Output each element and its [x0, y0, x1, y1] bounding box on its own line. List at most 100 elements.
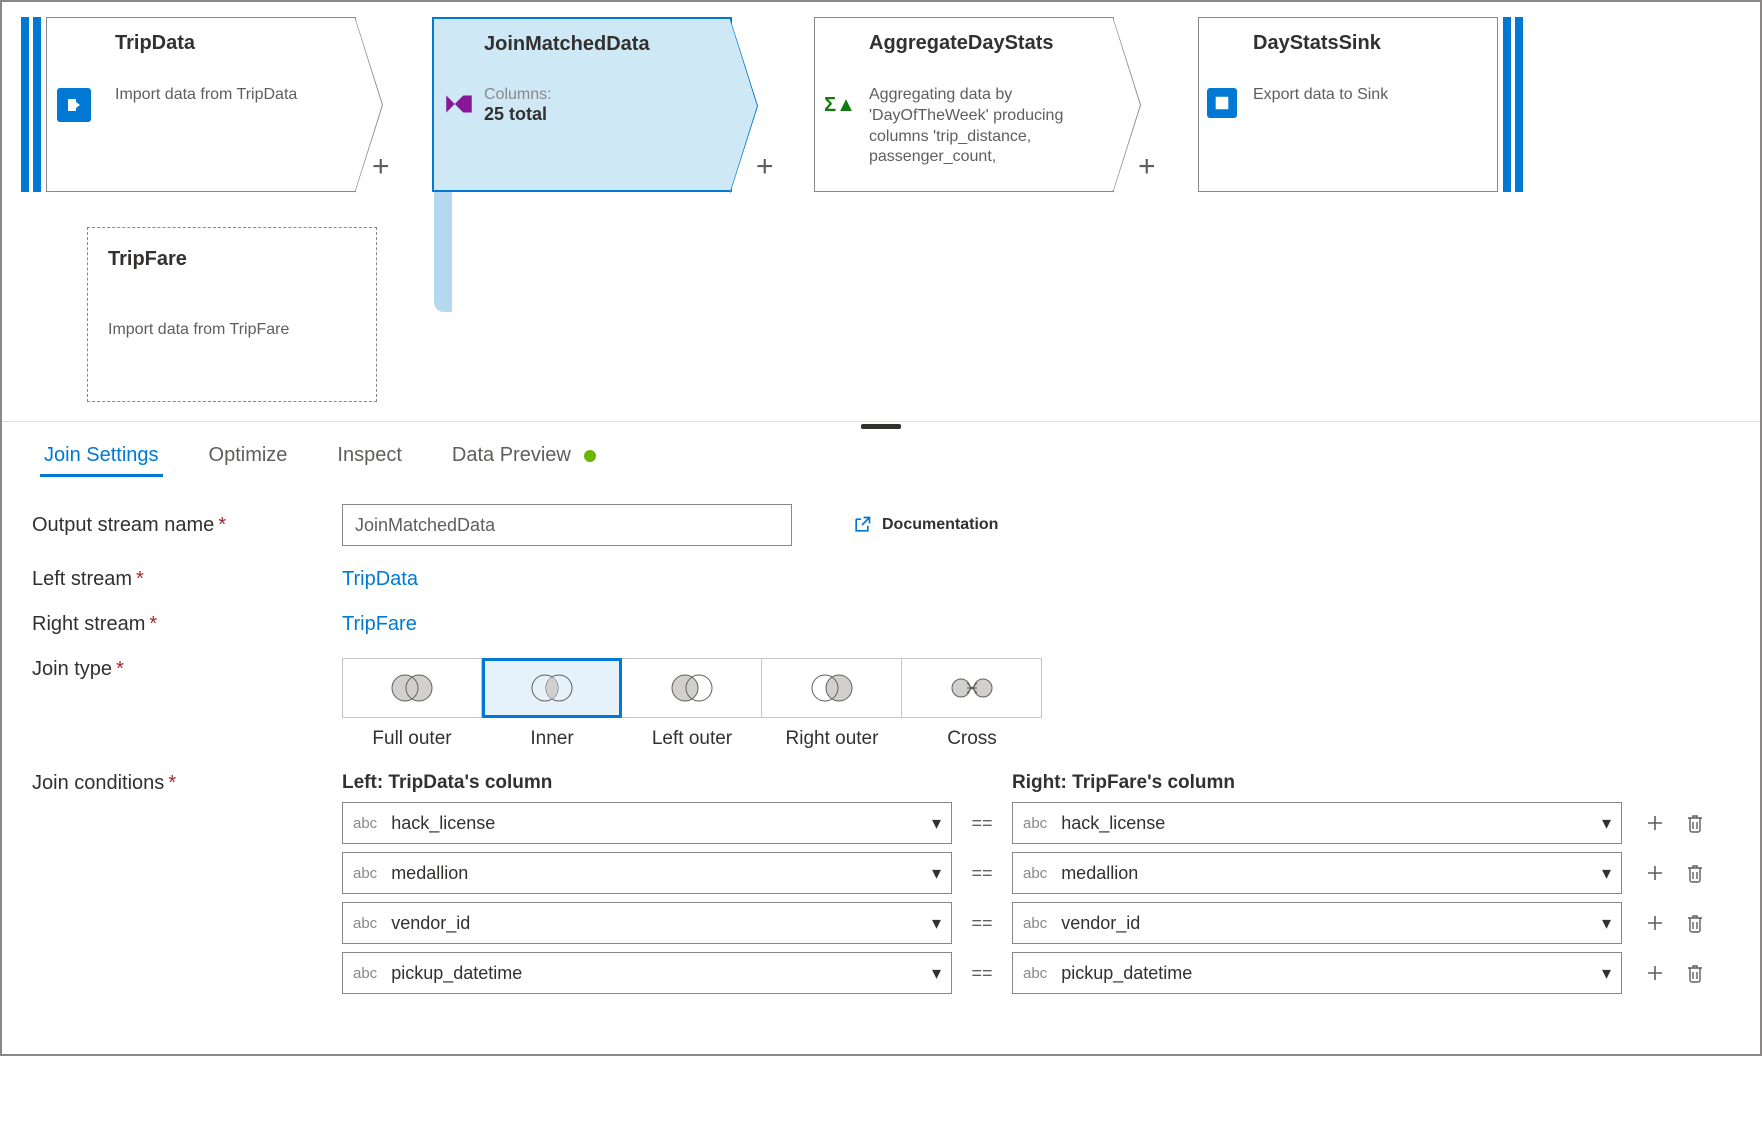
chevron-down-icon: ▾ — [1602, 813, 1611, 834]
operator-label: == — [952, 813, 1012, 834]
source-icon — [57, 88, 91, 122]
condition-row: abcvendor_id▾==abcvendor_id▾ — [342, 902, 1730, 944]
panel-resize-grip[interactable] — [861, 424, 901, 429]
delete-condition-button[interactable] — [1682, 810, 1708, 836]
add-step-button[interactable]: + — [756, 150, 774, 184]
tab-join-settings[interactable]: Join Settings — [42, 440, 161, 477]
left-stream-link[interactable]: TripData — [342, 568, 418, 591]
dataflow-canvas[interactable]: TripData Import data from TripData + Joi… — [2, 2, 1760, 422]
add-step-button[interactable]: + — [1138, 150, 1156, 184]
right-stream-link[interactable]: TripFare — [342, 613, 417, 636]
node-title: TripFare — [108, 248, 356, 271]
right-column-header: Right: TripFare's column — [1012, 772, 1622, 794]
columns-label: Columns: — [484, 86, 710, 104]
node-tripdata[interactable]: TripData Import data from TripData — [46, 17, 356, 192]
node-desc: Export data to Sink — [1253, 85, 1477, 106]
type-badge: abc — [1023, 815, 1047, 832]
columns-count: 25 total — [484, 104, 710, 125]
join-type-label-text: Inner — [482, 728, 622, 750]
connector-line — [434, 192, 452, 312]
tab-optimize[interactable]: Optimize — [207, 440, 290, 477]
column-name: hack_license — [391, 813, 495, 834]
right-stream-label: Right stream* — [32, 613, 342, 636]
node-title: TripData — [115, 32, 335, 55]
left-column-select[interactable]: abcvendor_id▾ — [342, 902, 952, 944]
join-type-inner[interactable] — [482, 658, 622, 718]
condition-row: abcmedallion▾==abcmedallion▾ — [342, 852, 1730, 894]
chevron-down-icon: ▾ — [932, 813, 941, 834]
left-column-header: Left: TripData's column — [342, 772, 952, 794]
column-name: pickup_datetime — [391, 963, 522, 984]
left-stream-label: Left stream* — [32, 568, 342, 591]
right-column-select[interactable]: abc hack_license ▾ — [1012, 802, 1622, 844]
type-badge: abc — [353, 915, 377, 932]
left-column-select[interactable]: abc hack_license ▾ — [342, 802, 952, 844]
settings-panel: Join Settings Optimize Inspect Data Prev… — [2, 422, 1760, 1054]
type-badge: abc — [1023, 915, 1047, 932]
output-stream-label: Output stream name* — [32, 514, 342, 537]
right-column-select[interactable]: abc pickup_datetime ▾ — [1012, 952, 1622, 994]
join-type-right-outer[interactable] — [762, 658, 902, 718]
add-condition-button[interactable] — [1642, 960, 1668, 986]
delete-condition-button[interactable] — [1682, 960, 1708, 986]
add-step-button[interactable]: + — [372, 150, 390, 184]
sink-icon — [1207, 88, 1237, 118]
delete-condition-button[interactable] — [1682, 910, 1708, 936]
node-desc: Aggregating data by 'DayOfTheWeek' produ… — [869, 85, 1093, 168]
join-type-full-outer[interactable] — [342, 658, 482, 718]
chevron-down-icon: ▾ — [1602, 913, 1611, 934]
tab-data-preview[interactable]: Data Preview — [450, 440, 599, 477]
condition-row: abcpickup_datetime▾==abcpickup_datetime▾ — [342, 952, 1730, 994]
join-type-label-text: Left outer — [622, 728, 762, 750]
node-desc: Import data from TripFare — [108, 321, 356, 339]
node-daystatssink[interactable]: DayStatsSink Export data to Sink — [1198, 17, 1498, 192]
add-condition-button[interactable] — [1642, 910, 1668, 936]
left-column-select[interactable]: abc pickup_datetime ▾ — [342, 952, 952, 994]
chevron-down-icon: ▾ — [932, 913, 941, 934]
chevron-down-icon: ▾ — [1602, 963, 1611, 984]
documentation-link[interactable]: Documentation — [852, 515, 998, 535]
chevron-down-icon: ▾ — [1602, 863, 1611, 884]
join-type-label: Join type* — [32, 658, 342, 681]
column-name: hack_license — [1061, 813, 1165, 834]
left-column-select[interactable]: abcmedallion▾ — [342, 852, 952, 894]
node-aggregatedaystats[interactable]: Σ▲ AggregateDayStats Aggregating data by… — [814, 17, 1114, 192]
panel-tabs: Join Settings Optimize Inspect Data Prev… — [32, 422, 1730, 478]
right-column-select[interactable]: abcmedallion▾ — [1012, 852, 1622, 894]
join-type-label-text: Full outer — [342, 728, 482, 750]
column-name: vendor_id — [1061, 913, 1140, 934]
join-type-group — [342, 658, 1042, 718]
type-badge: abc — [353, 815, 377, 832]
type-badge: abc — [353, 865, 377, 882]
tab-label: Data Preview — [452, 444, 571, 466]
join-conditions-label: Join conditions* — [32, 772, 342, 795]
right-column-select[interactable]: abc vendor_id ▾ — [1012, 902, 1622, 944]
external-link-icon — [852, 515, 872, 535]
node-tripfare[interactable]: TripFare Import data from TripFare — [87, 227, 377, 402]
column-name: pickup_datetime — [1061, 963, 1192, 984]
node-title: JoinMatchedData — [484, 33, 710, 56]
add-condition-button[interactable] — [1642, 860, 1668, 886]
node-joinmatcheddata[interactable]: JoinMatchedData Columns: 25 total — [432, 17, 732, 192]
documentation-label: Documentation — [882, 516, 998, 534]
join-type-left-outer[interactable] — [622, 658, 762, 718]
aggregate-icon: Σ▲ — [823, 88, 857, 122]
join-type-cross[interactable] — [902, 658, 1042, 718]
add-condition-button[interactable] — [1642, 810, 1668, 836]
join-type-label-text: Cross — [902, 728, 1042, 750]
output-stream-input[interactable] — [342, 504, 792, 546]
tab-inspect[interactable]: Inspect — [335, 440, 403, 477]
chevron-down-icon: ▾ — [932, 963, 941, 984]
column-name: medallion — [391, 863, 468, 884]
type-badge: abc — [1023, 965, 1047, 982]
status-dot-icon — [584, 450, 596, 462]
type-badge: abc — [353, 965, 377, 982]
delete-condition-button[interactable] — [1682, 860, 1708, 886]
operator-label: == — [952, 863, 1012, 884]
node-title: DayStatsSink — [1253, 32, 1477, 55]
node-desc: Import data from TripData — [115, 85, 335, 106]
join-icon — [442, 87, 476, 121]
node-title: AggregateDayStats — [869, 32, 1093, 55]
column-name: medallion — [1061, 863, 1138, 884]
join-type-label-text: Right outer — [762, 728, 902, 750]
